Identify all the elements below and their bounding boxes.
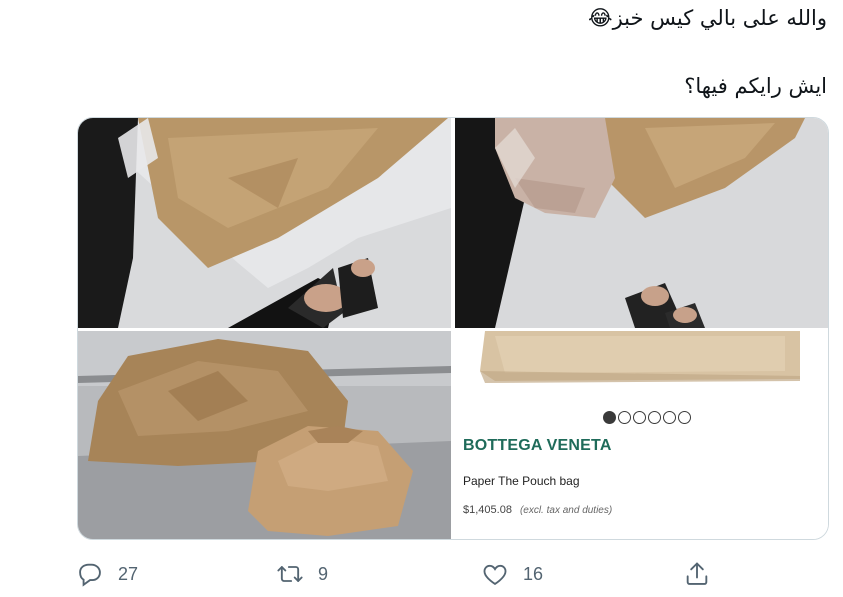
tweet-text-line-2: ايش رايكم فيها؟ bbox=[684, 74, 827, 98]
carousel-dot[interactable] bbox=[663, 411, 676, 424]
retweet-icon bbox=[277, 566, 303, 582]
product-name: Paper The Pouch bag bbox=[463, 474, 580, 488]
price-note: (excl. tax and duties) bbox=[519, 505, 613, 516]
carousel-dot[interactable] bbox=[678, 411, 691, 424]
tweet-text-line-1: والله على بالي كيس خبز😂 bbox=[588, 6, 827, 30]
share-button[interactable] bbox=[683, 560, 711, 588]
retweet-button[interactable]: 9 bbox=[276, 560, 328, 588]
carousel-dot[interactable] bbox=[648, 411, 661, 424]
like-icon bbox=[483, 564, 507, 586]
carousel-dot[interactable] bbox=[633, 411, 646, 424]
reply-count: 27 bbox=[118, 563, 139, 584]
price: $1,405.08 bbox=[463, 504, 512, 516]
carousel-dots[interactable] bbox=[603, 411, 691, 424]
photo-3[interactable] bbox=[78, 331, 451, 539]
tweet-actions: 27 9 16 bbox=[0, 560, 843, 590]
reply-icon bbox=[79, 563, 101, 587]
media-grid: BOTTEGA VENETA Paper The Pouch bag $1,40… bbox=[77, 117, 829, 540]
retweet-count: 9 bbox=[318, 563, 329, 584]
photo-1[interactable] bbox=[78, 118, 451, 328]
like-count: 16 bbox=[523, 563, 544, 584]
product-card[interactable]: BOTTEGA VENETA Paper The Pouch bag $1,40… bbox=[455, 331, 828, 539]
price-row: $1,405.08 (excl. tax and duties) bbox=[463, 504, 612, 516]
reply-button[interactable]: 27 bbox=[76, 560, 138, 588]
like-button[interactable]: 16 bbox=[481, 560, 543, 588]
photo-2[interactable] bbox=[455, 118, 828, 328]
carousel-dot[interactable] bbox=[603, 411, 616, 424]
carousel-dot[interactable] bbox=[618, 411, 631, 424]
brand-name: BOTTEGA VENETA bbox=[463, 437, 612, 454]
share-icon bbox=[686, 562, 708, 585]
